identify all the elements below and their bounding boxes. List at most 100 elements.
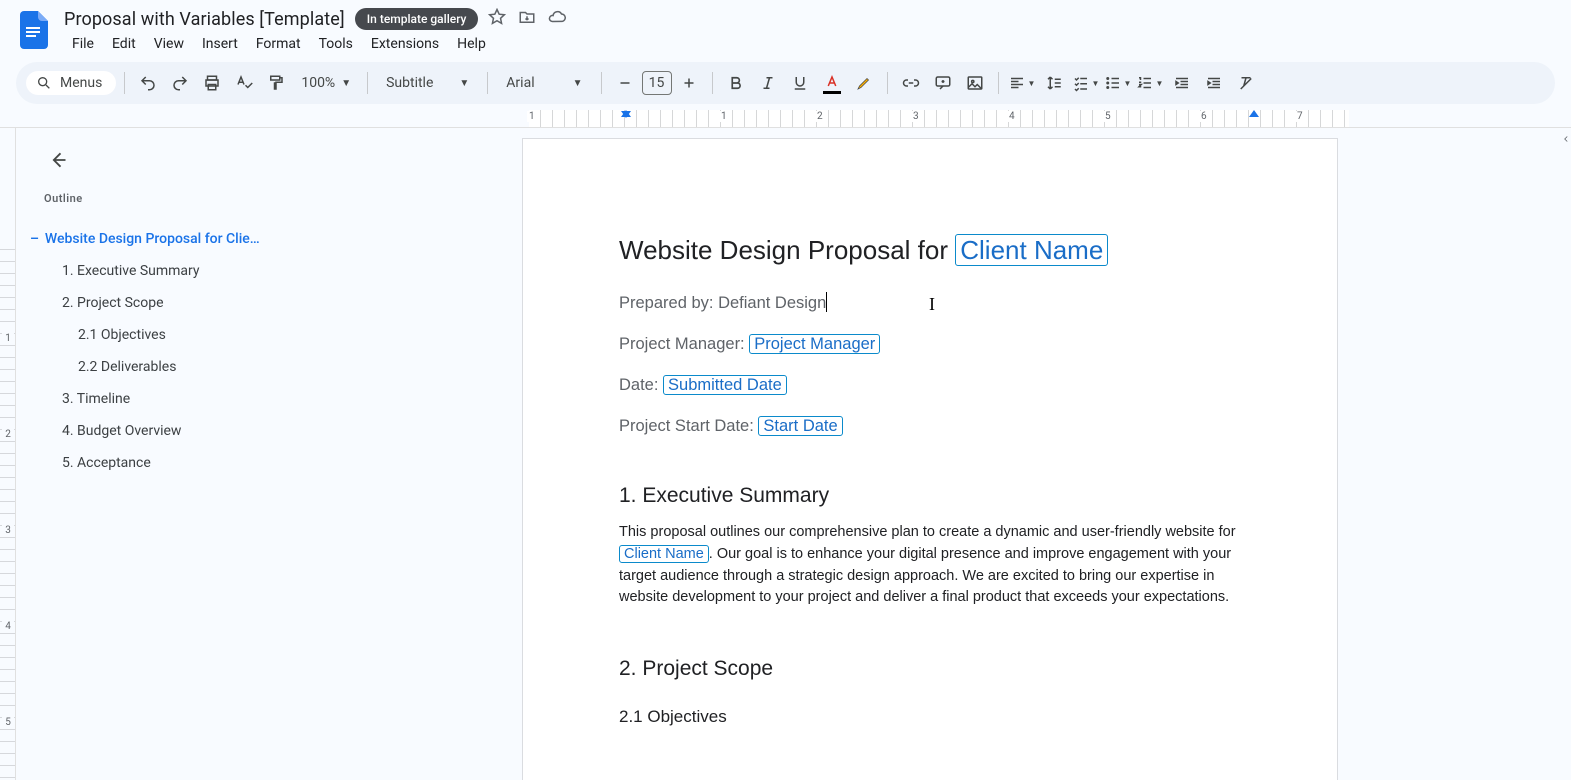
move-icon[interactable] [518,8,536,30]
align-button[interactable]: ▼ [1007,68,1037,98]
italic-button[interactable] [753,68,783,98]
toolbar-separator [601,72,602,94]
outline-item[interactable]: 1. Executive Summary [44,255,280,287]
outline-item[interactable]: 4. Budget Overview [44,415,280,447]
spellcheck-button[interactable] [229,68,259,98]
main-area: 1 2 3 4 5 Outline –Website Design Propos… [0,128,1571,780]
increase-indent-button[interactable] [1199,68,1229,98]
bold-button[interactable] [721,68,751,98]
outline-item-title[interactable]: –Website Design Proposal for Clie… [30,223,280,255]
vertical-ruler[interactable]: 1 2 3 4 5 [0,128,16,780]
title-column: Proposal with Variables [Template] In te… [64,8,1555,56]
variable-chip-start-date[interactable]: Start Date [758,416,842,436]
ruler-number: 7 [1295,111,1305,122]
app-root: Proposal with Variables [Template] In te… [0,0,1571,780]
cloud-status-icon[interactable] [548,8,566,30]
pm-label: Project Manager: [619,335,749,353]
toolbar-separator [998,72,999,94]
toolbar-separator [712,72,713,94]
paint-format-button[interactable] [261,68,291,98]
outline-back-button[interactable] [44,146,72,174]
document-canvas[interactable]: Website Design Proposal for Client Name … [299,128,1561,780]
menu-file[interactable]: File [64,32,102,56]
start-date-label: Project Start Date: [619,417,758,435]
heading-project-scope[interactable]: 2. Project Scope [619,657,1241,681]
ruler-number: 3 [911,111,921,122]
menu-insert[interactable]: Insert [194,32,246,56]
date-line[interactable]: Date: Submitted Date [619,376,1241,395]
menu-help[interactable]: Help [449,32,494,56]
caret-icon: ▼ [1028,79,1036,88]
zoom-select[interactable]: 100%▼ [293,75,359,91]
document-title[interactable]: Proposal with Variables [Template] [64,9,345,30]
menu-extensions[interactable]: Extensions [363,32,447,56]
variable-chip-client-name-body[interactable]: Client Name [619,545,709,563]
checklist-button[interactable]: ▼ [1071,68,1101,98]
outline-item[interactable]: 2. Project Scope [44,287,280,319]
caret-icon: ▼ [1156,79,1164,88]
insert-image-button[interactable] [960,68,990,98]
outline-heading-label: Outline [44,192,280,205]
ruler-number: 5 [2,717,14,728]
menu-format[interactable]: Format [248,32,309,56]
zoom-value: 100% [301,75,335,91]
search-menus-label: Menus [60,75,102,91]
outline-item[interactable]: 2.2 Deliverables [44,351,280,383]
text-color-button[interactable] [817,68,847,98]
numbered-list-button[interactable]: ▼ [1135,68,1165,98]
date-label: Date: [619,376,663,394]
print-button[interactable] [197,68,227,98]
variable-chip-project-manager[interactable]: Project Manager [749,334,880,354]
decrease-font-size-button[interactable] [610,68,640,98]
increase-font-size-button[interactable] [674,68,704,98]
highlight-color-button[interactable] [849,68,879,98]
caret-icon: ▼ [459,78,469,89]
first-line-indent-marker[interactable] [621,110,631,127]
font-family-select[interactable]: Arial▼ [496,75,592,91]
executive-summary-paragraph[interactable]: This proposal outlines our comprehensive… [619,522,1241,609]
menu-tools[interactable]: Tools [311,32,361,56]
toolbar-separator [367,72,368,94]
side-panel-toggle[interactable] [1561,128,1571,780]
docs-logo-icon[interactable] [16,8,52,52]
outline-item[interactable]: 3. Timeline [44,383,280,415]
ruler-number: 2 [815,111,825,122]
ruler-number: 1 [527,111,537,122]
right-indent-marker[interactable] [1249,110,1259,127]
add-comment-button[interactable] [928,68,958,98]
search-menus-button[interactable]: Menus [26,71,116,95]
redo-button[interactable] [165,68,195,98]
heading-executive-summary[interactable]: 1. Executive Summary [619,484,1241,508]
clear-formatting-button[interactable] [1231,68,1261,98]
underline-button[interactable] [785,68,815,98]
title-action-icons [488,8,566,30]
menu-view[interactable]: View [146,32,192,56]
para-text: . Our goal is to enhance your digital pr… [619,546,1231,606]
variable-chip-client-name[interactable]: Client Name [955,234,1108,266]
paragraph-style-select[interactable]: Subtitle▼ [376,75,479,91]
outline-item[interactable]: 2.1 Objectives [44,319,280,351]
heading-objectives[interactable]: 2.1 Objectives [619,707,1241,727]
doc-title-heading[interactable]: Website Design Proposal for Client Name [619,235,1241,266]
decrease-indent-button[interactable] [1167,68,1197,98]
start-date-line[interactable]: Project Start Date: Start Date [619,417,1241,436]
ruler-number: 4 [2,621,14,632]
toolbar-separator [124,72,125,94]
star-icon[interactable] [488,8,506,30]
line-spacing-button[interactable] [1039,68,1069,98]
template-gallery-chip[interactable]: In template gallery [355,8,479,30]
outline-item[interactable]: 5. Acceptance [44,447,280,479]
font-size-input[interactable]: 15 [642,71,672,95]
horizontal-ruler[interactable]: 1 1 2 3 4 5 6 7 [0,110,1571,128]
title-prefix-text: Website Design Proposal for [619,235,955,265]
insert-link-button[interactable] [896,68,926,98]
document-page[interactable]: Website Design Proposal for Client Name … [522,138,1338,780]
undo-button[interactable] [133,68,163,98]
variable-chip-submitted-date[interactable]: Submitted Date [663,375,787,395]
ruler-number: 1 [719,111,729,122]
bulleted-list-button[interactable]: ▼ [1103,68,1133,98]
project-manager-line[interactable]: Project Manager: Project Manager [619,335,1241,354]
text-caret [826,292,827,312]
prepared-by-line[interactable]: Prepared by: Defiant Design I [619,292,1241,313]
menu-edit[interactable]: Edit [104,32,144,56]
